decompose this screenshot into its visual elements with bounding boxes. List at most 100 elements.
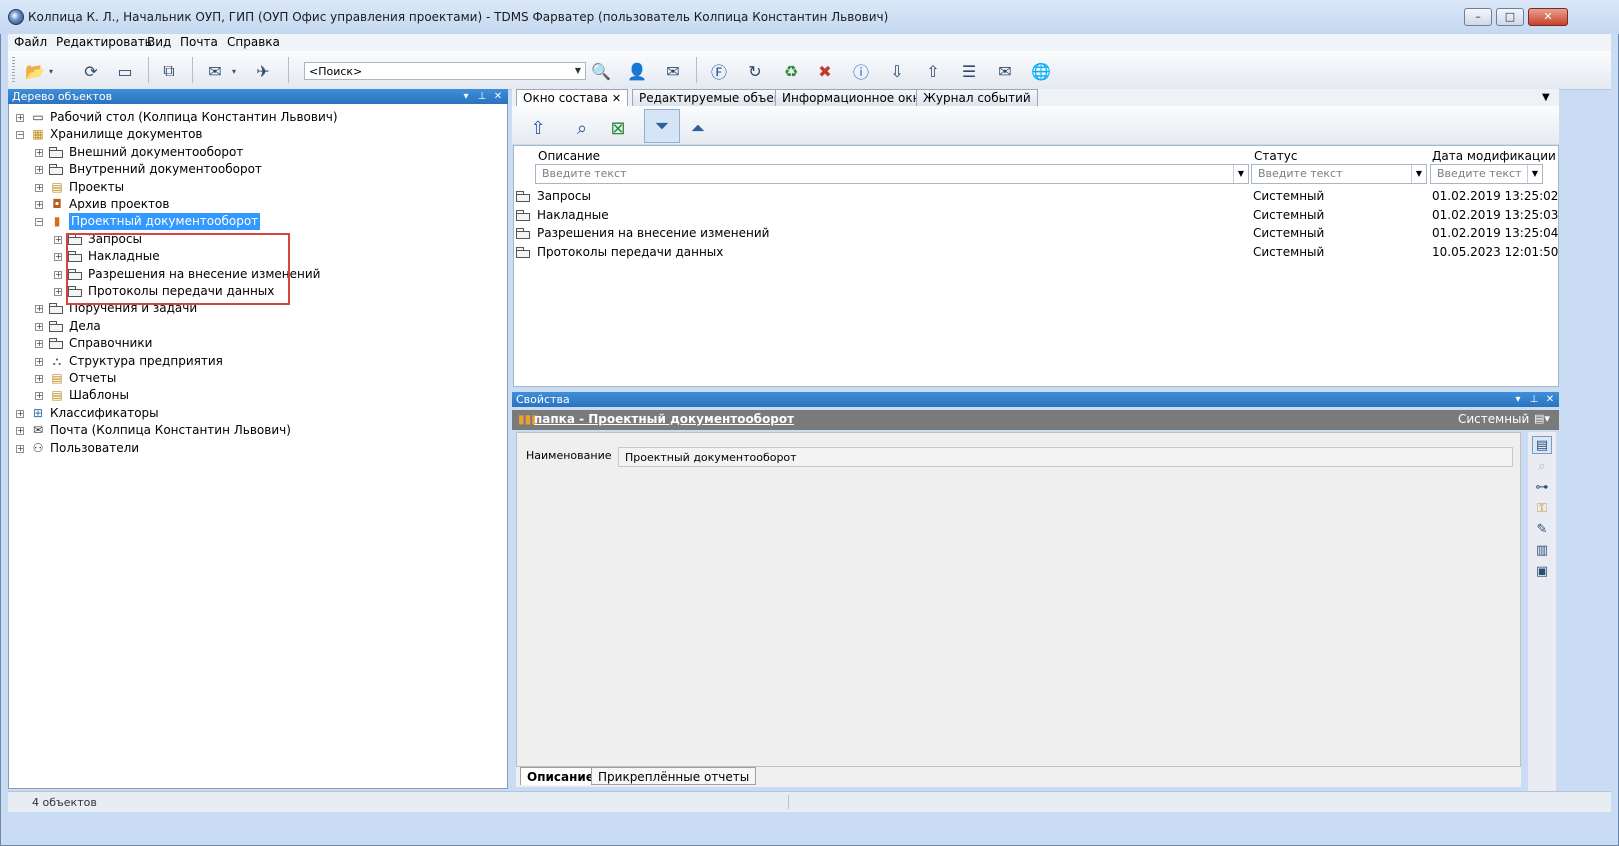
export-excel-icon[interactable]: ⊠: [604, 114, 632, 142]
search-placeholder: <Поиск>: [309, 65, 363, 78]
delete-tool-icon[interactable]: ✖: [814, 60, 836, 82]
row-status: Системный: [1253, 245, 1325, 259]
menu-help[interactable]: Справка: [227, 34, 280, 51]
search-objects-icon[interactable]: 🔍: [590, 60, 612, 82]
table-row[interactable]: [514, 206, 1554, 224]
new-message-icon[interactable]: ✉: [204, 60, 226, 82]
pane-menu-icon[interactable]: ▾: [1512, 392, 1524, 407]
new-object-icon[interactable]: 📂: [24, 60, 46, 82]
minimize-button[interactable]: –: [1464, 8, 1492, 26]
pane-close-icon[interactable]: ✕: [492, 89, 504, 104]
expand-icon[interactable]: +: [35, 375, 43, 383]
reload-icon[interactable]: ↻: [744, 60, 766, 82]
expand-icon[interactable]: +: [35, 149, 43, 157]
preview-icon[interactable]: ▣: [1532, 563, 1552, 581]
pane-menu-icon[interactable]: ▾: [460, 89, 472, 104]
tab-attached-reports[interactable]: Прикреплённые отчеты: [591, 767, 757, 785]
expand-icon[interactable]: +: [35, 166, 43, 174]
find-in-list-icon[interactable]: ⌕: [568, 114, 596, 142]
expand-icon[interactable]: +: [35, 323, 43, 331]
tab-event-log[interactable]: Журнал событий: [916, 89, 1038, 106]
projects-icon: ▤: [51, 180, 63, 194]
expand-icon[interactable]: +: [16, 445, 24, 453]
expand-icon[interactable]: +: [35, 305, 43, 313]
menu-view[interactable]: Вид: [147, 34, 171, 51]
collapse-icon[interactable]: −: [16, 131, 24, 139]
copy-object-icon[interactable]: ⧉: [158, 60, 180, 82]
inbox-icon[interactable]: ✉: [994, 60, 1016, 82]
edit-icon[interactable]: ✎: [1532, 521, 1552, 539]
search-dropdown-icon[interactable]: ▼: [573, 65, 583, 77]
tree-item-label: Дела: [69, 319, 101, 333]
message-list-icon[interactable]: ☰: [958, 60, 980, 82]
column-header-status[interactable]: Статус: [1254, 148, 1297, 164]
tree-item-label: Отчеты: [69, 371, 117, 385]
expand-icon[interactable]: +: [35, 340, 43, 348]
key-icon[interactable]: ⚿: [1532, 500, 1552, 518]
sync-users-icon[interactable]: ♻: [780, 60, 802, 82]
collapse-icon[interactable]: −: [35, 218, 43, 226]
expand-icon[interactable]: +: [35, 392, 43, 400]
fairway-logo-icon[interactable]: Ⓕ: [708, 60, 730, 82]
pane-close-icon[interactable]: ✕: [1544, 392, 1556, 407]
expand-icon[interactable]: +: [16, 114, 24, 122]
archive-icon: ◘: [52, 197, 62, 211]
name-field[interactable]: Проектный документооборот: [618, 447, 1513, 467]
tab-close-icon[interactable]: ✕: [612, 92, 621, 105]
expand-icon[interactable]: +: [16, 410, 24, 418]
maximize-button[interactable]: □: [1496, 8, 1524, 26]
filter-description-input[interactable]: Введите текст ▼: [535, 164, 1249, 184]
filter-date-input[interactable]: Введите текст ▼: [1430, 164, 1543, 184]
filter-settings-icon[interactable]: ⏶: [684, 114, 712, 142]
expand-icon[interactable]: +: [35, 358, 43, 366]
new-object-dropdown-icon[interactable]: ▾: [46, 60, 56, 82]
search-icon[interactable]: ⌕: [1532, 458, 1552, 476]
library-icon[interactable]: ▥: [1532, 542, 1552, 560]
tab-composition[interactable]: Окно состава ✕: [516, 89, 629, 106]
tab-list-dropdown-icon[interactable]: ▼: [1542, 89, 1550, 106]
info-icon[interactable]: ⓘ: [850, 60, 872, 82]
tab-info-window[interactable]: Информационное окно: [775, 89, 935, 106]
document-down-icon[interactable]: ⇩: [886, 60, 908, 82]
globe-icon[interactable]: 🌐: [1030, 60, 1052, 82]
toolbar-separator: [192, 57, 193, 83]
menu-file[interactable]: Файл: [14, 34, 47, 51]
close-button[interactable]: ✕: [1528, 8, 1568, 26]
menu-mail[interactable]: Почта: [180, 34, 218, 51]
expand-icon[interactable]: +: [35, 201, 43, 209]
table-row[interactable]: [514, 187, 1554, 205]
expand-icon[interactable]: +: [54, 253, 62, 261]
expand-icon[interactable]: +: [54, 288, 62, 296]
new-message-dropdown-icon[interactable]: ▾: [229, 60, 239, 82]
filter-dropdown-icon[interactable]: ▼: [1411, 165, 1426, 183]
up-level-icon[interactable]: ⇧: [524, 114, 552, 142]
filter-placeholder: Введите текст: [542, 167, 627, 180]
expand-icon[interactable]: +: [35, 184, 43, 192]
document-up-icon[interactable]: ⇧: [922, 60, 944, 82]
send-mail-icon[interactable]: ✈: [252, 60, 274, 82]
menu-edit[interactable]: Редактировать: [56, 34, 152, 51]
pin-icon[interactable]: ⊥: [1528, 392, 1540, 407]
expand-icon[interactable]: +: [54, 236, 62, 244]
toolbar-grip[interactable]: [12, 57, 15, 83]
search-mail-icon[interactable]: ✉: [662, 60, 684, 82]
filter-status-input[interactable]: Введите текст ▼: [1251, 164, 1427, 184]
object-menu-icon[interactable]: ▤▾: [1534, 412, 1550, 425]
filter-dropdown-icon[interactable]: ▼: [1233, 165, 1248, 183]
link-icon[interactable]: ⊶: [1532, 479, 1552, 497]
expand-icon[interactable]: +: [16, 427, 24, 435]
search-users-icon[interactable]: 👤: [626, 60, 648, 82]
column-header-description[interactable]: Описание: [538, 148, 600, 164]
tab-description[interactable]: Описание: [520, 767, 601, 785]
filter-icon[interactable]: ⏷: [644, 109, 680, 143]
search-input[interactable]: <Поиск> ▼: [304, 62, 586, 80]
object-link[interactable]: папка - Проектный документооборот: [534, 412, 794, 426]
filter-placeholder: Введите текст: [1258, 167, 1343, 180]
column-header-modified[interactable]: Дата модификации: [1432, 148, 1556, 164]
attributes-view-icon[interactable]: ▤: [1532, 436, 1552, 454]
window-icon[interactable]: ▭: [114, 60, 136, 82]
refresh-icon[interactable]: ⟳: [80, 60, 102, 82]
filter-dropdown-icon[interactable]: ▼: [1527, 165, 1542, 183]
expand-icon[interactable]: +: [54, 271, 62, 279]
pin-icon[interactable]: ⊥: [476, 89, 488, 104]
